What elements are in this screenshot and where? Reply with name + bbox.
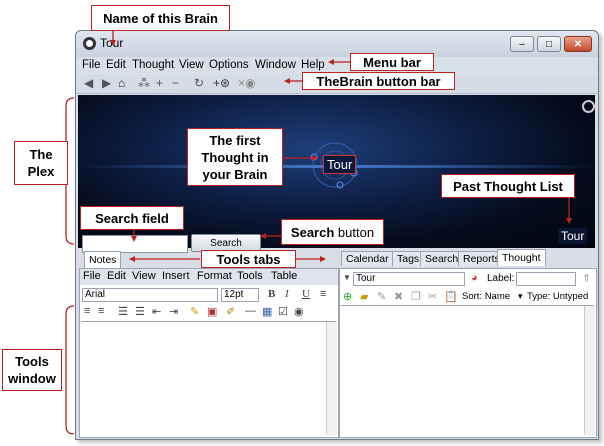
searchfield-arrowhead <box>131 236 137 242</box>
past-arrowhead <box>566 218 572 224</box>
tools-bracket <box>65 305 75 435</box>
tabs-arrowhead-right <box>320 256 326 262</box>
callout-brain-name: Name of this Brain <box>91 5 230 31</box>
callout-plex-line2: Plex <box>27 164 55 179</box>
callout-past-list: Past Thought List <box>441 174 575 198</box>
callout-plex: The Plex <box>14 141 68 185</box>
callout-button-bar: TheBrain button bar <box>302 72 455 90</box>
callout-tools-window-2: window <box>8 371 56 386</box>
callout-tools-window-1: Tools <box>15 354 49 369</box>
callout-search-button-rest: button <box>334 224 375 240</box>
callout-tools-tabs: Tools tabs <box>201 250 296 268</box>
callout-search-button: Search button <box>281 219 384 245</box>
callout-first-thought-1: The first <box>209 132 261 148</box>
brain-name-arrowhead <box>110 40 116 46</box>
buttonbar-arrowhead <box>284 78 290 84</box>
callout-menu-bar: Menu bar <box>350 53 434 71</box>
searchbtn-arrowhead <box>260 233 266 239</box>
callout-plex-line1: The <box>29 147 53 162</box>
callout-first-thought-2: Thought in <box>201 149 269 165</box>
tabs-arrowhead-left <box>129 256 135 262</box>
callout-search-button-bold: Search <box>290 224 335 240</box>
callout-tools-window: Tools window <box>2 349 62 391</box>
thought-arrowhead <box>312 155 318 161</box>
menu-arrowhead <box>328 59 334 65</box>
callout-first-thought-3: your Brain <box>202 166 268 182</box>
callout-search-field: Search field <box>80 206 184 230</box>
callout-first-thought: The first Thought in your Brain <box>187 128 283 186</box>
